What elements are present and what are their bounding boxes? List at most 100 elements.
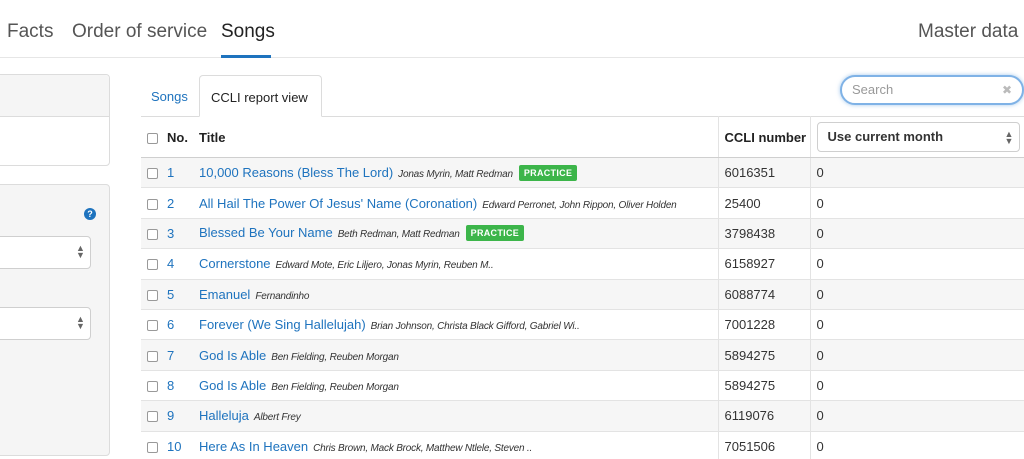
- row-checkbox[interactable]: [147, 350, 158, 362]
- song-title-link[interactable]: 10,000 Reasons (Bless The Lord): [199, 165, 393, 180]
- ccli-number-cell: 6119076: [718, 400, 811, 432]
- header-title[interactable]: Title: [196, 116, 719, 158]
- table-header-row: No. Title CCLI number Use current month …: [141, 116, 1024, 158]
- song-title-link[interactable]: God Is Able: [199, 348, 266, 363]
- row-number-link[interactable]: 3: [167, 226, 174, 241]
- row-number-link[interactable]: 8: [167, 378, 174, 393]
- updown-arrows-icon: ▲ ▼: [1004, 129, 1014, 146]
- row-checkbox[interactable]: [147, 289, 158, 301]
- song-authors: Chris Brown, Mack Brock, Matthew Ntlele,…: [313, 442, 533, 454]
- song-authors: Jonas Myrin, Matt Redman: [398, 168, 513, 180]
- row-number-cell: 8: [164, 370, 196, 402]
- sidebar-select-2[interactable]: ▲ ▼: [0, 307, 91, 340]
- ccli-number-cell: 5894275: [718, 339, 811, 371]
- song-title-link[interactable]: Halleluja: [199, 408, 249, 423]
- row-number-link[interactable]: 4: [167, 256, 174, 271]
- row-checkbox[interactable]: [147, 380, 158, 392]
- row-number-cell: 10: [164, 431, 196, 459]
- header-no[interactable]: No.: [164, 116, 196, 158]
- row-number-link[interactable]: 6: [167, 317, 174, 332]
- header-ccli-number[interactable]: CCLI number: [718, 116, 811, 158]
- song-authors: Ben Fielding, Reuben Morgan: [271, 351, 399, 363]
- row-number-link[interactable]: 9: [167, 408, 174, 423]
- search-input[interactable]: [852, 82, 1002, 97]
- row-checkbox[interactable]: [147, 168, 158, 180]
- sidebar-select-1[interactable]: ▲ ▼: [0, 236, 91, 269]
- row-title-cell: Halleluja Albert Frey: [196, 400, 719, 432]
- usage-count-cell: 0: [810, 218, 1024, 250]
- row-select-cell: [141, 157, 164, 189]
- row-number-cell: 3: [164, 218, 196, 250]
- row-select-cell: [141, 248, 164, 280]
- song-title-link[interactable]: Emanuel: [199, 287, 250, 302]
- nav-item-songs[interactable]: Songs: [221, 21, 275, 43]
- row-checkbox[interactable]: [147, 198, 158, 210]
- ccli-number-cell: 6016351: [718, 157, 811, 189]
- row-title-cell: Emanuel Fernandinho: [196, 279, 719, 310]
- song-title-link[interactable]: God Is Able: [199, 378, 266, 393]
- row-checkbox[interactable]: [147, 441, 158, 453]
- row-checkbox[interactable]: [147, 320, 158, 332]
- row-title-cell: Forever (We Sing Hallelujah) Brian Johnso…: [196, 309, 719, 341]
- row-select-cell: [141, 309, 164, 341]
- usage-count-cell: 0: [810, 370, 1024, 402]
- row-number-link[interactable]: 1: [167, 165, 174, 180]
- month-select-value: Use current month: [827, 129, 944, 144]
- song-authors: Edward Mote, Eric Liljero, Jonas Myrin, …: [275, 260, 494, 272]
- tab-songs[interactable]: Songs: [151, 89, 188, 104]
- row-number-link[interactable]: 10: [167, 439, 181, 454]
- tab-ccli-report-view[interactable]: CCLI report view: [199, 75, 322, 117]
- top-navigation: Facts Order of service Songs Master data: [0, 0, 1024, 58]
- row-title-cell: 10,000 Reasons (Bless The Lord) Jonas Myr…: [196, 157, 719, 189]
- usage-count-cell: 0: [810, 187, 1024, 219]
- table-row: 2 All Hail The Power Of Jesus' Name (Coro…: [141, 187, 1024, 219]
- table-row: 10 Here As In Heaven Chris Brown, Mack Bro…: [141, 431, 1024, 459]
- nav-item-facts[interactable]: Facts: [7, 21, 53, 43]
- songs-table: No. Title CCLI number Use current month …: [141, 116, 1024, 459]
- tab-ccli-report-view-label: CCLI report view: [211, 90, 308, 105]
- usage-count-cell: 0: [810, 400, 1024, 432]
- song-authors: Edward Perronet, John Rippon, Oliver Hol…: [482, 199, 677, 211]
- usage-count-cell: 0: [810, 339, 1024, 371]
- row-checkbox[interactable]: [147, 229, 158, 241]
- row-select-cell: [141, 370, 164, 402]
- clear-x-icon[interactable]: ✖: [1002, 83, 1012, 97]
- search-box: ✖: [840, 75, 1024, 105]
- row-checkbox[interactable]: [147, 411, 158, 423]
- table-row: 7 God Is Able Ben Fielding, Reuben Morgan 5…: [141, 339, 1024, 371]
- usage-count-cell: 0: [810, 248, 1024, 280]
- row-select-cell: [141, 279, 164, 310]
- row-number-link[interactable]: 7: [167, 348, 174, 363]
- row-number-link[interactable]: 2: [167, 196, 174, 211]
- row-checkbox[interactable]: [147, 259, 158, 271]
- song-authors: Beth Redman, Matt Redman: [337, 229, 460, 241]
- header-usage: Use current month ▲ ▼: [810, 116, 1024, 158]
- row-number-cell: 6: [164, 309, 196, 341]
- usage-count-cell: 0: [810, 157, 1024, 189]
- table-row: 9 Halleluja Albert Frey 6119076 0: [141, 400, 1024, 432]
- month-select[interactable]: Use current month ▲ ▼: [816, 122, 1020, 152]
- song-authors: Ben Fielding, Reuben Morgan: [271, 381, 399, 393]
- nav-item-master-data[interactable]: Master data: [918, 21, 1018, 43]
- table-row: 8 God Is Able Ben Fielding, Reuben Morgan 5…: [141, 370, 1024, 402]
- help-icon[interactable]: ?: [84, 208, 96, 220]
- table-row: 1 10,000 Reasons (Bless The Lord) Jonas My…: [141, 157, 1024, 189]
- song-title-link[interactable]: Here As In Heaven: [199, 439, 308, 454]
- song-title-link[interactable]: Forever (We Sing Hallelujah): [199, 317, 366, 332]
- song-title-link[interactable]: Blessed Be Your Name: [199, 225, 333, 240]
- nav-item-order-of-service[interactable]: Order of service: [72, 21, 207, 43]
- practice-badge: PRACTICE: [465, 225, 525, 242]
- table-row: 5 Emanuel Fernandinho 6088774 0: [141, 279, 1024, 310]
- row-title-cell: Cornerstone Edward Mote, Eric Liljero, Jo…: [196, 248, 719, 280]
- row-number-cell: 4: [164, 248, 196, 280]
- usage-count-cell: 0: [810, 309, 1024, 341]
- row-title-cell: God Is Able Ben Fielding, Reuben Morgan: [196, 370, 719, 402]
- song-title-link[interactable]: Cornerstone: [199, 256, 271, 271]
- ccli-number-cell: 7001228: [718, 309, 811, 341]
- row-title-cell: God Is Able Ben Fielding, Reuben Morgan: [196, 339, 719, 371]
- select-all-checkbox[interactable]: [147, 132, 158, 144]
- row-number-link[interactable]: 5: [167, 287, 174, 302]
- sidebar-panel-top: [0, 74, 110, 166]
- song-title-link[interactable]: All Hail The Power Of Jesus' Name (Coron…: [199, 196, 477, 211]
- row-number-cell: 1: [164, 157, 196, 189]
